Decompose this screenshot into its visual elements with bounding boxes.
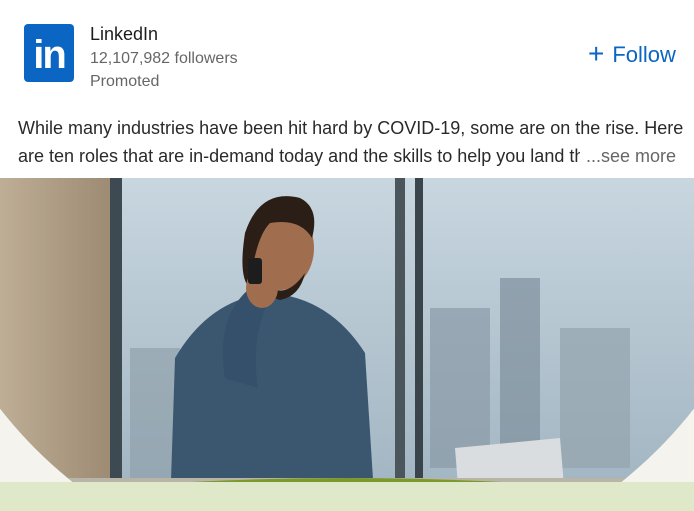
post-text-line-1: While many industries have been hit hard… — [18, 118, 684, 138]
promoted-label: Promoted — [90, 73, 160, 90]
follow-button[interactable]: + Follow — [588, 37, 676, 69]
photo-circle — [0, 178, 694, 511]
plus-icon: + — [588, 37, 605, 69]
post-text-line-2-row: are ten roles that are in-demand today a… — [18, 142, 678, 170]
company-name[interactable]: LinkedIn — [90, 24, 158, 45]
post-text: While many industries have been hit hard… — [18, 114, 684, 170]
post-header: in LinkedIn 12,107,982 followers Promote… — [0, 0, 694, 102]
follow-label: Follow — [612, 42, 676, 67]
post-text-line-2: are ten roles that are in-demand today a… — [18, 146, 580, 166]
follower-count: 12,107,982 followers — [90, 50, 238, 67]
see-more-link[interactable]: ...see more — [586, 142, 676, 170]
promoted-image[interactable] — [0, 178, 694, 511]
bottom-strip — [0, 482, 694, 511]
hero-illustration — [0, 178, 694, 511]
linkedin-logo[interactable]: in — [24, 24, 74, 82]
logo-text: in — [33, 33, 67, 77]
